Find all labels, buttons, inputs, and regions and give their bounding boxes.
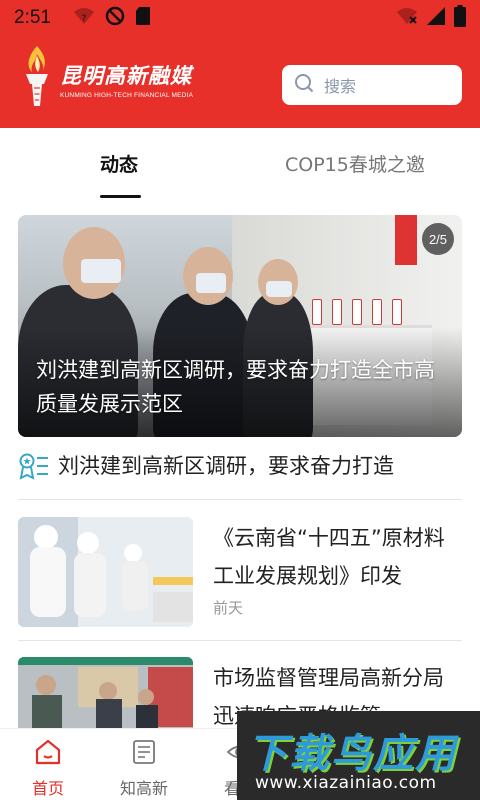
carousel-flag xyxy=(395,215,417,265)
wifi-question-icon: ? xyxy=(73,7,95,29)
carousel-bottle xyxy=(312,299,322,325)
logo-title: 昆明高新融媒 xyxy=(60,62,192,88)
nav-home-label: 首页 xyxy=(31,779,64,798)
battery-icon xyxy=(454,5,466,31)
app-header: 2:51 ? 昆明高新融媒 KUNMING HIGH-TECH FINANCIA… xyxy=(0,0,480,128)
search-placeholder: 搜索 xyxy=(324,77,357,96)
signal-icon xyxy=(426,6,446,30)
news-paper-icon xyxy=(96,735,192,769)
do-not-disturb-icon xyxy=(105,6,125,30)
home-icon xyxy=(0,735,96,769)
carousel-person-mask xyxy=(81,259,121,283)
carousel-title: 刘洪建到高新区调研，要求奋力打造全市高质量发展示范区 xyxy=(36,358,435,416)
carousel-bottle xyxy=(392,299,402,325)
news-thumbnail xyxy=(18,517,193,627)
logo-subtitle: KUNMING HIGH-TECH FINANCIAL MEDIA xyxy=(60,91,194,99)
nav-zhigaoxin-label: 知高新 xyxy=(119,779,168,798)
site-watermark: 下载鸟应用 www.xiazainiao.com xyxy=(237,711,480,800)
headline-ticker[interactable]: 刘洪建到高新区调研，要求奋力打造 xyxy=(18,448,462,500)
category-tabs: 动态 COP15春城之邀 xyxy=(0,128,480,200)
headline-carousel[interactable]: 2/5 刘洪建到高新区调研，要求奋力打造全市高质量发展示范区 xyxy=(18,215,462,437)
carousel-page-indicator: 2/5 xyxy=(422,223,454,255)
sd-card-icon xyxy=(135,6,151,30)
news-time: 前天 xyxy=(213,599,244,617)
status-time: 2:51 xyxy=(14,7,51,28)
award-list-icon xyxy=(18,452,50,486)
carousel-bottle xyxy=(332,299,342,325)
app-logo: 昆明高新融媒 KUNMING HIGH-TECH FINANCIAL MEDIA xyxy=(20,44,193,114)
carousel-bottle xyxy=(352,299,362,325)
nav-zhigaoxin[interactable]: 知高新 xyxy=(96,735,192,799)
status-bar: 2:51 ? xyxy=(0,0,480,36)
search-icon xyxy=(294,73,314,97)
torch-icon xyxy=(20,44,54,114)
carousel-person-mask xyxy=(266,281,292,297)
svg-text:?: ? xyxy=(82,14,87,24)
watermark-url: www.xiazainiao.com xyxy=(255,773,437,793)
ticker-text: 刘洪建到高新区调研，要求奋力打造 xyxy=(58,454,394,478)
carousel-person-mask xyxy=(196,273,226,293)
tab-underline xyxy=(100,195,141,198)
news-title: 《云南省“十四五”原材料工业发展规划》印发 xyxy=(213,526,445,588)
tab-cop15[interactable]: COP15春城之邀 xyxy=(285,150,425,177)
wifi-off-icon xyxy=(396,7,418,29)
list-item[interactable]: 《云南省“十四五”原材料工业发展规划》印发 前天 xyxy=(18,517,462,641)
nav-home[interactable]: 首页 xyxy=(0,735,96,799)
watermark-title: 下载鸟应用 xyxy=(247,731,457,777)
carousel-bottle xyxy=(372,299,382,325)
tab-dongtai[interactable]: 动态 xyxy=(100,150,138,177)
search-box[interactable]: 搜索 xyxy=(282,65,462,105)
